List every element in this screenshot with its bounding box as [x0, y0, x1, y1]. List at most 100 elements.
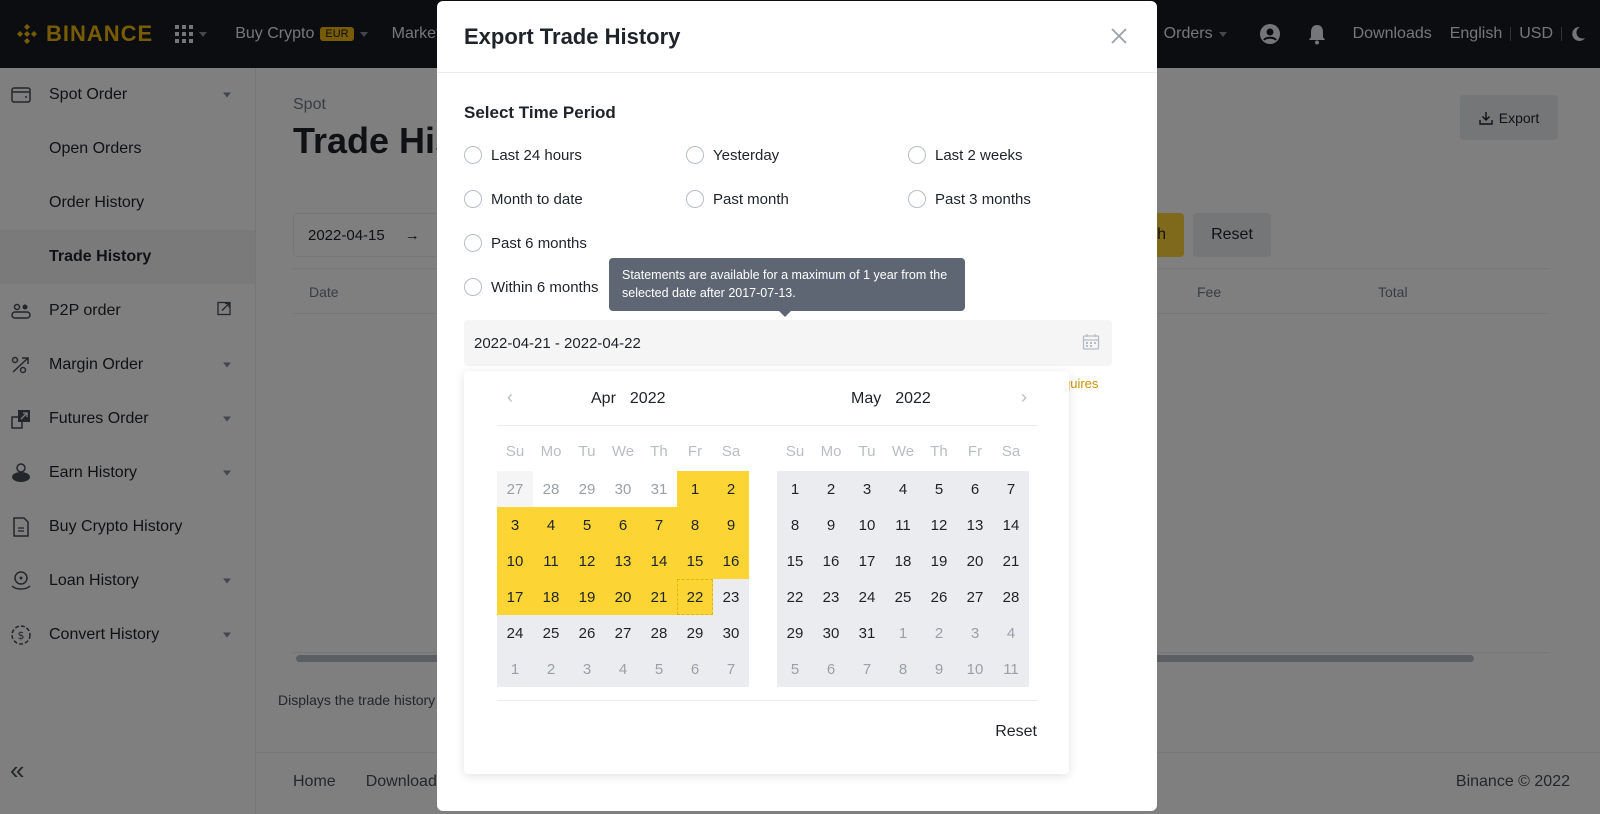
calendar-day[interactable]: 24	[849, 579, 885, 615]
radio-last-24-hours[interactable]: Last 24 hours	[464, 146, 582, 164]
right-month[interactable]: May	[851, 390, 881, 407]
calendar-day[interactable]: 13	[957, 507, 993, 543]
calendar-day[interactable]: 13	[605, 543, 641, 579]
picker-reset-button[interactable]: Reset	[995, 723, 1037, 741]
calendar-day[interactable]: 1	[677, 471, 713, 507]
calendar-day[interactable]: 6	[813, 651, 849, 687]
calendar-day[interactable]: 17	[849, 543, 885, 579]
calendar-day[interactable]: 19	[569, 579, 605, 615]
calendar-day[interactable]: 31	[641, 471, 677, 507]
calendar-day[interactable]: 19	[921, 543, 957, 579]
calendar-day[interactable]: 5	[641, 651, 677, 687]
calendar-day[interactable]: 22	[777, 579, 813, 615]
calendar-day[interactable]: 1	[777, 471, 813, 507]
calendar-day[interactable]: 21	[641, 579, 677, 615]
calendar-day[interactable]: 4	[993, 615, 1029, 651]
calendar-day[interactable]: 1	[885, 615, 921, 651]
calendar-day[interactable]: 12	[921, 507, 957, 543]
calendar-day[interactable]: 9	[813, 507, 849, 543]
calendar-day[interactable]: 7	[713, 651, 749, 687]
calendar-day[interactable]: 3	[849, 471, 885, 507]
calendar-day[interactable]: 2	[921, 615, 957, 651]
radio-yesterday[interactable]: Yesterday	[686, 146, 779, 164]
calendar-day[interactable]: 10	[957, 651, 993, 687]
close-button[interactable]	[1108, 25, 1130, 47]
calendar-day[interactable]: 3	[497, 507, 533, 543]
calendar-day[interactable]: 11	[993, 651, 1029, 687]
calendar-day[interactable]: 8	[885, 651, 921, 687]
calendar-day[interactable]: 29	[677, 615, 713, 651]
radio-month-to-date[interactable]: Month to date	[464, 190, 583, 208]
calendar-day[interactable]: 4	[605, 651, 641, 687]
calendar-day[interactable]: 5	[569, 507, 605, 543]
calendar-day[interactable]: 14	[993, 507, 1029, 543]
left-year[interactable]: 2022	[630, 390, 666, 407]
calendar-day[interactable]: 16	[713, 543, 749, 579]
calendar-day[interactable]: 9	[713, 507, 749, 543]
calendar-day[interactable]: 5	[921, 471, 957, 507]
calendar-day[interactable]: 29	[777, 615, 813, 651]
calendar-day[interactable]: 30	[605, 471, 641, 507]
calendar-day[interactable]: 27	[957, 579, 993, 615]
calendar-day[interactable]: 21	[993, 543, 1029, 579]
calendar-day[interactable]: 4	[885, 471, 921, 507]
calendar-day[interactable]: 1	[497, 651, 533, 687]
calendar-day[interactable]: 31	[849, 615, 885, 651]
calendar-icon[interactable]	[1082, 333, 1100, 355]
radio-past-6-months[interactable]: Past 6 months	[464, 234, 587, 252]
calendar-day[interactable]: 4	[533, 507, 569, 543]
calendar-day[interactable]: 5	[777, 651, 813, 687]
calendar-day[interactable]: 11	[533, 543, 569, 579]
calendar-day[interactable]: 10	[497, 543, 533, 579]
calendar-day[interactable]: 9	[921, 651, 957, 687]
right-year[interactable]: 2022	[895, 390, 931, 407]
calendar-day[interactable]: 14	[641, 543, 677, 579]
calendar-day[interactable]: 10	[849, 507, 885, 543]
calendar-day[interactable]: 15	[777, 543, 813, 579]
calendar-day[interactable]: 25	[533, 615, 569, 651]
calendar-day[interactable]: 20	[957, 543, 993, 579]
calendar-day[interactable]: 24	[497, 615, 533, 651]
calendar-day[interactable]: 23	[713, 579, 749, 615]
calendar-day[interactable]: 6	[677, 651, 713, 687]
calendar-day[interactable]: 27	[497, 471, 533, 507]
calendar-day[interactable]: 20	[605, 579, 641, 615]
calendar-day[interactable]: 28	[993, 579, 1029, 615]
calendar-day[interactable]: 11	[885, 507, 921, 543]
calendar-day[interactable]: 2	[533, 651, 569, 687]
radio-past-3-months[interactable]: Past 3 months	[908, 190, 1031, 208]
calendar-day[interactable]: 12	[569, 543, 605, 579]
calendar-day[interactable]: 2	[813, 471, 849, 507]
radio-within-6-months[interactable]: Within 6 months	[464, 278, 599, 296]
calendar-day[interactable]: 26	[569, 615, 605, 651]
calendar-day[interactable]: 6	[957, 471, 993, 507]
calendar-day[interactable]: 2	[713, 471, 749, 507]
next-month-button[interactable]: ›	[1021, 387, 1027, 408]
calendar-day[interactable]: 28	[533, 471, 569, 507]
calendar-day[interactable]: 7	[849, 651, 885, 687]
calendar-day[interactable]: 6	[605, 507, 641, 543]
prev-month-button[interactable]: ‹	[507, 387, 513, 408]
calendar-day[interactable]: 17	[497, 579, 533, 615]
calendar-day[interactable]: 3	[569, 651, 605, 687]
calendar-day[interactable]: 18	[885, 543, 921, 579]
calendar-day[interactable]: 8	[677, 507, 713, 543]
calendar-day-selected[interactable]: 22	[677, 579, 713, 615]
calendar-day[interactable]: 15	[677, 543, 713, 579]
radio-past-month[interactable]: Past month	[686, 190, 789, 208]
calendar-day[interactable]: 25	[885, 579, 921, 615]
calendar-day[interactable]: 3	[957, 615, 993, 651]
calendar-day[interactable]: 7	[641, 507, 677, 543]
calendar-day[interactable]: 23	[813, 579, 849, 615]
calendar-day[interactable]: 29	[569, 471, 605, 507]
calendar-day[interactable]: 7	[993, 471, 1029, 507]
radio-last-2-weeks[interactable]: Last 2 weeks	[908, 146, 1023, 164]
calendar-day[interactable]: 8	[777, 507, 813, 543]
calendar-day[interactable]: 16	[813, 543, 849, 579]
calendar-day[interactable]: 26	[921, 579, 957, 615]
calendar-day[interactable]: 30	[813, 615, 849, 651]
calendar-day[interactable]: 30	[713, 615, 749, 651]
left-month[interactable]: Apr	[591, 390, 616, 407]
calendar-day[interactable]: 28	[641, 615, 677, 651]
calendar-day[interactable]: 27	[605, 615, 641, 651]
